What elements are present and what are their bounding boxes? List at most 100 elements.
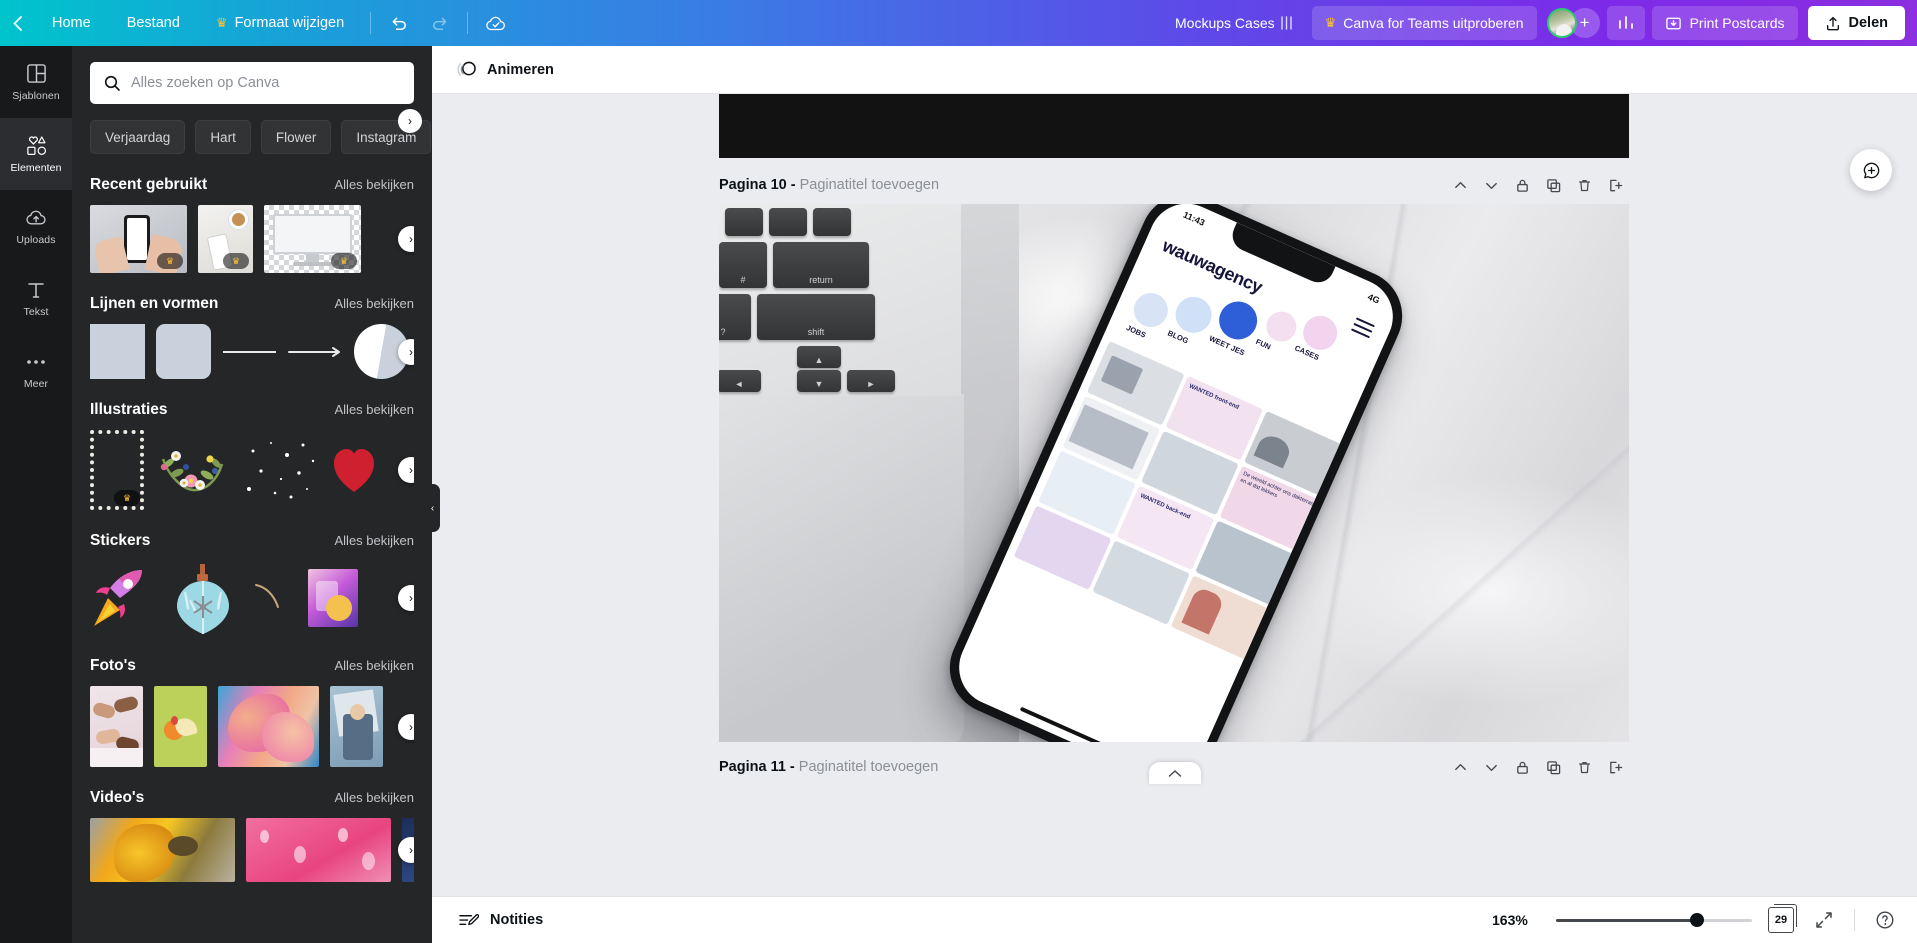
illustration-flowers[interactable]	[155, 435, 230, 505]
see-all-link[interactable]: Alles bekijken	[335, 533, 415, 548]
notes-label: Notities	[490, 912, 544, 928]
move-page-up-icon[interactable]	[1446, 754, 1474, 780]
undo-icon[interactable]	[379, 6, 419, 40]
illustration-heart[interactable]	[332, 443, 376, 497]
page-title-row[interactable]: Pagina 10 - Paginatitel toevoegen	[719, 177, 939, 193]
add-page-icon[interactable]	[1601, 172, 1629, 198]
animate-button[interactable]: Animeren	[448, 53, 563, 87]
search-box[interactable]	[90, 62, 414, 104]
add-comment-button[interactable]	[1850, 149, 1892, 191]
thumb-item[interactable]: ♛	[90, 205, 187, 273]
illustration-stars[interactable]	[241, 435, 321, 505]
slider-knob[interactable]	[1690, 913, 1705, 927]
see-all-link[interactable]: Alles bekijken	[335, 658, 415, 673]
back-chevron-icon[interactable]	[0, 15, 34, 32]
shape-arrow[interactable]	[288, 324, 343, 379]
keyboard-key	[725, 208, 763, 236]
share-button[interactable]: Delen	[1807, 6, 1905, 40]
photo-item[interactable]	[90, 686, 143, 767]
video-item[interactable]	[246, 818, 391, 882]
section-header: Illustraties Alles bekijken	[90, 401, 414, 419]
divider	[467, 12, 469, 34]
move-page-up-icon[interactable]	[1446, 172, 1474, 198]
canva-for-teams-button[interactable]: ♛ Canva for Teams uitproberen	[1311, 6, 1537, 40]
avatar[interactable]	[1546, 8, 1577, 38]
see-all-link[interactable]: Alles bekijken	[335, 177, 415, 192]
see-all-link[interactable]: Alles bekijken	[335, 402, 415, 417]
notes-button[interactable]: Notities	[450, 903, 551, 937]
print-postcards-button[interactable]: Print Postcards	[1651, 6, 1798, 40]
next-page-title-row[interactable]: Pagina 11 - Paginatitel toevoegen	[719, 759, 938, 775]
menu-home[interactable]: Home	[34, 0, 109, 46]
sticker-ornament[interactable]	[170, 562, 236, 634]
see-all-link[interactable]: Alles bekijken	[335, 296, 415, 311]
lock-page-icon[interactable]	[1508, 172, 1536, 198]
search-wrapper	[72, 46, 432, 104]
photo-item[interactable]	[330, 686, 383, 767]
lock-page-icon[interactable]	[1508, 754, 1536, 780]
page-tools	[1446, 172, 1629, 198]
sticker-swoosh[interactable]	[254, 583, 290, 613]
shape-square[interactable]	[90, 324, 145, 379]
thumb-item[interactable]: ♛	[264, 205, 361, 273]
tags-next-arrow-icon[interactable]: ›	[398, 109, 422, 133]
section-fotos: Foto's Alles bekijken ›	[72, 635, 432, 767]
section-videos: Video's Alles bekijken ›	[72, 767, 432, 882]
sidebar-item-sjablonen[interactable]: Sjablonen	[0, 46, 72, 118]
delete-page-icon[interactable]	[1570, 172, 1598, 198]
scroll-up-button[interactable]	[1148, 762, 1201, 784]
move-page-down-icon[interactable]	[1477, 172, 1505, 198]
move-page-down-icon[interactable]	[1477, 754, 1505, 780]
fullscreen-icon[interactable]	[1810, 906, 1838, 934]
keyboard-key-right: ►	[847, 370, 895, 392]
shape-line[interactable]	[222, 324, 277, 379]
row-next-arrow-icon[interactable]: ›	[398, 713, 414, 740]
search-icon	[104, 75, 120, 91]
shape-rounded-square[interactable]	[156, 324, 211, 379]
search-input[interactable]	[131, 75, 401, 91]
see-all-link[interactable]: Alles bekijken	[335, 790, 415, 805]
row-next-arrow-icon[interactable]: ›	[398, 837, 414, 863]
delete-page-icon[interactable]	[1570, 754, 1598, 780]
row-next-arrow-icon[interactable]: ›	[398, 457, 414, 483]
sidebar-item-meer[interactable]: Meer	[0, 334, 72, 406]
sidebar-item-tekst[interactable]: Tekst	[0, 262, 72, 334]
sticker-gradient[interactable]	[308, 569, 358, 627]
sticker-rocket[interactable]	[90, 564, 152, 632]
thumb-item[interactable]: ♛	[198, 205, 253, 273]
insights-button[interactable]	[1606, 6, 1645, 40]
zoom-slider[interactable]	[1556, 913, 1752, 927]
more-dots-icon	[26, 351, 46, 373]
status-time: 11:43	[1181, 209, 1207, 228]
left-rail: Sjablonen Elementen Uploads Tekst Meer	[0, 46, 72, 943]
add-page-icon[interactable]	[1601, 754, 1629, 780]
menu-formaat-wijzigen[interactable]: ♛ Formaat wijzigen	[198, 0, 362, 46]
previous-page-preview[interactable]	[719, 94, 1629, 158]
row-next-arrow-icon[interactable]: ›	[398, 585, 414, 611]
page-number-label: Pagina 10 -	[719, 177, 796, 193]
duplicate-page-icon[interactable]	[1539, 172, 1567, 198]
page-count-button[interactable]: 29	[1768, 904, 1797, 933]
photo-item[interactable]	[218, 686, 319, 767]
photo-item[interactable]	[154, 686, 207, 767]
thumb-row: ♛ ♛ ♛ ›	[90, 205, 414, 273]
sidebar-item-uploads[interactable]: Uploads	[0, 190, 72, 262]
redo-icon[interactable]	[419, 6, 459, 40]
tag-chip-verjaardag[interactable]: Verjaardag	[90, 120, 186, 154]
tag-chip-flower[interactable]: Flower	[260, 120, 332, 154]
illustration-stamp[interactable]: ♛	[90, 430, 144, 510]
section-header: Video's Alles bekijken	[90, 789, 414, 807]
collapse-panel-handle[interactable]: ‹	[425, 484, 440, 532]
document-title[interactable]: Mockups Cases	[1163, 15, 1305, 31]
page-canvas[interactable]: # return ? shift ▲ ▼ ◄ ► 11:43 4G wauwag…	[719, 204, 1629, 742]
sidebar-item-elementen[interactable]: Elementen	[0, 118, 72, 190]
row-next-arrow-icon[interactable]: ›	[398, 226, 414, 252]
zoom-level-label: 163%	[1492, 912, 1528, 928]
tag-chip-hart[interactable]: Hart	[195, 120, 251, 154]
help-icon[interactable]	[1871, 906, 1899, 934]
duplicate-page-icon[interactable]	[1539, 754, 1567, 780]
cloud-saved-icon[interactable]	[476, 6, 516, 40]
menu-bestand[interactable]: Bestand	[109, 0, 198, 46]
section-illustraties: Illustraties Alles bekijken ♛ ›	[72, 379, 432, 510]
video-item[interactable]	[90, 818, 235, 882]
